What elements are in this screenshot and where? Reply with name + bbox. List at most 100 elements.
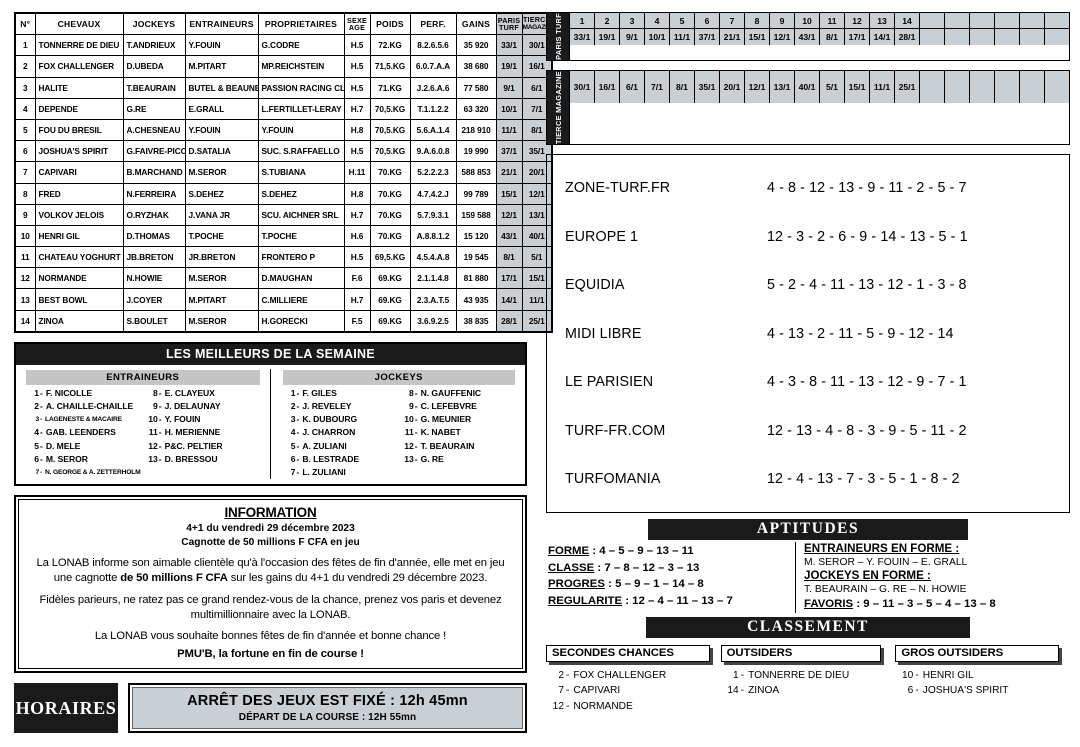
list-item-name: N. GEORGE & A. ZETTERHOLM xyxy=(45,469,141,477)
press-predictions-box: ZONE-TURF.FR 4 - 8 - 12 - 13 - 9 - 11 - 2… xyxy=(546,153,1070,514)
paris-turf-number-cell-5: 5 xyxy=(670,13,695,29)
aptitude-regularite-value: : 12 – 4 – 11 – 13 – 7 xyxy=(622,594,733,607)
list-item-name: P&C. PELTIER xyxy=(164,440,223,451)
col-header-sexe-age: SEXE AGE xyxy=(343,12,371,36)
list-item: 8- N. GAUFFENIC xyxy=(399,387,517,400)
paris-turf-number-cell-15 xyxy=(920,13,945,29)
runner-earnings: 99 789 xyxy=(455,182,497,205)
runner-number: 9 xyxy=(14,203,36,226)
list-item: 12- P&C. PELTIER xyxy=(143,440,262,453)
paris-turf-strip-label: PARIS TURF xyxy=(547,13,570,60)
runners-header-row: N° CHEVAUX JOCKEYS ENTRAINEURS PROPRIETA… xyxy=(14,12,553,36)
prediction-source: TURFOMANIA xyxy=(565,471,661,488)
prediction-source: ZONE-TURF.FR xyxy=(565,180,671,197)
runner-performance: A.8.8.1.2 xyxy=(409,224,457,248)
runner-weight: 70.KG xyxy=(369,182,411,205)
runner-performance: 5.7.9.3.1 xyxy=(409,203,457,226)
gros-outsiders-list: 10- HENRI GIL 6- JOSHUA'S SPIRIT xyxy=(895,668,1070,699)
list-item-number: 12 xyxy=(552,700,564,712)
runner-jockey: D.UBEDA xyxy=(122,55,186,78)
list-item: 3- LAGENESTE & MACAIRE xyxy=(24,413,143,426)
paris-turf-number-cell-16 xyxy=(945,13,970,29)
runner-weight: 70,5.KG xyxy=(369,118,411,142)
list-item-rank: 6 xyxy=(290,453,296,464)
info-p1-highlight: de 50 millions F CFA xyxy=(120,572,228,585)
list-item-number: 6 xyxy=(907,685,914,697)
runner-owner: Y.FOUIN xyxy=(257,118,345,142)
list-item: 9- J. DELAUNAY xyxy=(143,400,262,413)
prediction-source: EUROPE 1 xyxy=(565,228,639,245)
aptitude-forme-label: FORME xyxy=(548,545,590,558)
list-item-number: 1 xyxy=(733,669,739,681)
runner-number: 5 xyxy=(14,118,36,142)
runner-horse: DEPENDE xyxy=(34,97,124,120)
paris-turf-number-cell-7: 7 xyxy=(720,13,745,29)
runner-horse: ZINOA xyxy=(34,309,124,333)
prediction-source: TURF-FR.COM xyxy=(565,422,666,439)
runner-horse: JOSHUA'S SPIRIT xyxy=(34,140,124,163)
best-trainers-last: 7- N. GEORGE & A. ZETTERHOLM xyxy=(22,466,264,479)
information-panel: INFORMATION 4+1 du vendredi 29 décembre … xyxy=(14,495,527,674)
runner-paris-turf-odds: 17/1 xyxy=(495,267,523,290)
paris-turf-odds-cell-17 xyxy=(970,29,995,45)
runner-sex-age: H.7 xyxy=(343,203,371,226)
aptitude-forme: FORME : 4 – 5 – 9 – 13 – 11 xyxy=(548,543,789,560)
list-item-name: B. LESTRADE xyxy=(302,453,360,464)
runner-sex-age: H.8 xyxy=(343,118,371,142)
table-row: 11 CHATEAU YOGHURT JB.BRETON JR.BRETON FRONT… xyxy=(14,246,553,269)
list-item-rank: 12 xyxy=(404,440,414,451)
list-item-name: J. CHARRON xyxy=(302,427,356,438)
prediction-row: ZONE-TURF.FR 4 - 8 - 12 - 13 - 9 - 11 - 2… xyxy=(547,164,1069,213)
paris-turf-odds-cell-8: 15/1 xyxy=(745,29,770,45)
runner-sex-age: H.5 xyxy=(343,34,371,57)
paris-turf-odds-cell-16 xyxy=(945,29,970,45)
classement-section: CLASSEMENT SECONDES CHANCES 2- FOX CHALLE… xyxy=(546,616,1070,714)
information-subtitle-2: Cagnotte de 50 millions F CFA en jeu xyxy=(181,536,360,548)
runner-trainer: M.PITART xyxy=(184,288,259,311)
runner-trainer: T.POCHE xyxy=(184,224,259,248)
runner-jockey: N.FERREIRA xyxy=(122,182,186,205)
list-item-name: H. MERIENNE xyxy=(164,427,221,438)
best-jockeys-list-2: 8- N. GAUFFENIC 9- C. LEFEBVRE 10- G. MEUNIER… xyxy=(399,387,517,466)
runner-paris-turf-odds: 19/1 xyxy=(495,55,523,78)
best-jockeys-last: 7- L. ZULIANI xyxy=(279,466,520,479)
runner-earnings: 159 588 xyxy=(455,203,497,226)
runner-jockey: O.RYZHAK xyxy=(122,203,186,226)
col-header-numero: N° xyxy=(14,12,36,36)
runner-owner: S.TUBIANA xyxy=(257,161,345,184)
tierce-values-row: 30/1 16/1 6/1 7/1 8/1 35/1 20/1 12/1 13/1 40/1 5/1… xyxy=(570,70,1069,103)
runner-weight: 69.KG xyxy=(369,288,411,311)
runner-horse: TONNERRE DE DIEU xyxy=(34,34,124,57)
left-column: N° CHEVAUX JOCKEYS ENTRAINEURS PROPRIETA… xyxy=(0,0,553,747)
information-paragraph-2: Fidèles parieurs, ne ratez pas ce grand … xyxy=(39,593,502,621)
list-item-rank: 10 xyxy=(148,414,158,425)
runner-number: 12 xyxy=(14,267,36,290)
list-item-name: F. GILES xyxy=(302,387,337,398)
list-item-name: Y. FOUIN xyxy=(164,414,201,425)
schedule-label: HORAIRES xyxy=(14,683,118,734)
runner-sex-age: H.5 xyxy=(343,55,371,78)
list-item-rank: 2 xyxy=(290,401,296,412)
runner-jockey: G.RE xyxy=(122,97,186,120)
information-paragraph-1: La LONAB informe son aimable clientèle q… xyxy=(31,556,510,586)
list-item-rank: 13 xyxy=(148,453,158,464)
list-item: 3- K. DUBOURG xyxy=(281,413,399,426)
runner-number: 6 xyxy=(14,140,36,163)
classement-title: CLASSEMENT xyxy=(646,616,970,638)
list-item: 13- G. RE xyxy=(399,453,517,466)
list-item-horse: HENRI GIL xyxy=(922,669,974,681)
tierce-odds-cell-19 xyxy=(1020,70,1045,103)
tierce-odds-cell-10: 40/1 xyxy=(795,70,820,103)
list-item-name: A. ZULIANI xyxy=(302,440,347,451)
col-header-entraineurs: ENTRAINEURS xyxy=(184,12,259,36)
tierce-odds-cell-3: 6/1 xyxy=(620,70,645,103)
paris-turf-odds-cell-9: 12/1 xyxy=(770,29,795,45)
best-jockeys-column: JOCKEYS 1- F. GILES 2- J. REVELEY 3- K. DUBOU… xyxy=(271,369,520,479)
runner-trainer: M.PITART xyxy=(184,55,259,78)
outsiders-column: OUTSIDERS 1- TONNERRE DE DIEU 14- ZINOA xyxy=(720,643,896,714)
runner-horse: FRED xyxy=(34,182,124,205)
list-item: 14- ZINOA xyxy=(721,683,896,698)
tierce-odds-cell-11: 5/1 xyxy=(820,70,845,103)
runner-sex-age: H.11 xyxy=(343,161,371,184)
runner-paris-turf-odds: 21/1 xyxy=(495,161,523,184)
